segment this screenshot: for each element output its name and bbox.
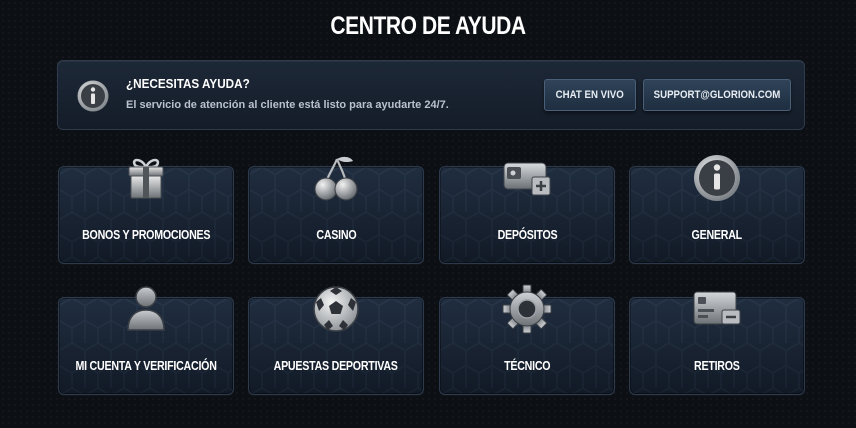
category-label: APUESTAS DEPORTIVAS xyxy=(273,358,399,373)
support-email-button[interactable]: SUPPORT@GLORION.COM xyxy=(643,79,791,111)
withdraw-card-icon xyxy=(693,291,741,325)
category-tile-casino[interactable]: CASINO xyxy=(248,156,424,264)
category-tile-account[interactable]: MI CUENTA Y VERIFICACIÓN xyxy=(58,286,234,395)
live-chat-button[interactable]: CHAT EN VIVO xyxy=(544,79,636,111)
wallet-icon xyxy=(503,162,551,196)
info-icon xyxy=(77,80,109,112)
category-label: BONOS Y PROMOCIONES xyxy=(81,227,211,242)
live-chat-label: CHAT EN VIVO xyxy=(555,89,625,101)
category-label: DEPÓSITOS xyxy=(497,227,557,242)
soccer-ball-icon xyxy=(313,286,359,332)
category-tile-withdrawals[interactable]: RETIROS xyxy=(629,291,805,395)
category-tile-sports[interactable]: APUESTAS DEPORTIVAS xyxy=(248,286,424,395)
category-label: GENERAL xyxy=(691,227,743,242)
category-tile-general[interactable]: GENERAL xyxy=(629,155,805,264)
gear-icon xyxy=(502,284,552,334)
category-label: CASINO xyxy=(315,227,356,242)
category-label: TÉCNICO xyxy=(503,358,551,373)
user-icon xyxy=(127,286,165,331)
help-heading: ¿NECESITAS AYUDA? xyxy=(126,76,250,91)
help-description: El servicio de atención al cliente está … xyxy=(126,99,449,111)
info-icon xyxy=(694,155,740,201)
category-tile-technical[interactable]: TÉCNICO xyxy=(439,284,615,395)
category-label: RETIROS xyxy=(694,358,740,373)
help-banner: ¿NECESITAS AYUDA? El servicio de atenció… xyxy=(57,60,805,130)
category-tile-bonuses[interactable]: BONOS Y PROMOCIONES xyxy=(58,158,234,264)
gift-icon xyxy=(128,158,164,199)
page-title: CENTRO DE AYUDA xyxy=(330,12,526,40)
category-tile-deposits[interactable]: DEPÓSITOS xyxy=(439,162,615,264)
support-email-label: SUPPORT@GLORION.COM xyxy=(653,89,781,101)
category-label: MI CUENTA Y VERIFICACIÓN xyxy=(75,358,217,373)
cherry-icon xyxy=(314,156,358,201)
